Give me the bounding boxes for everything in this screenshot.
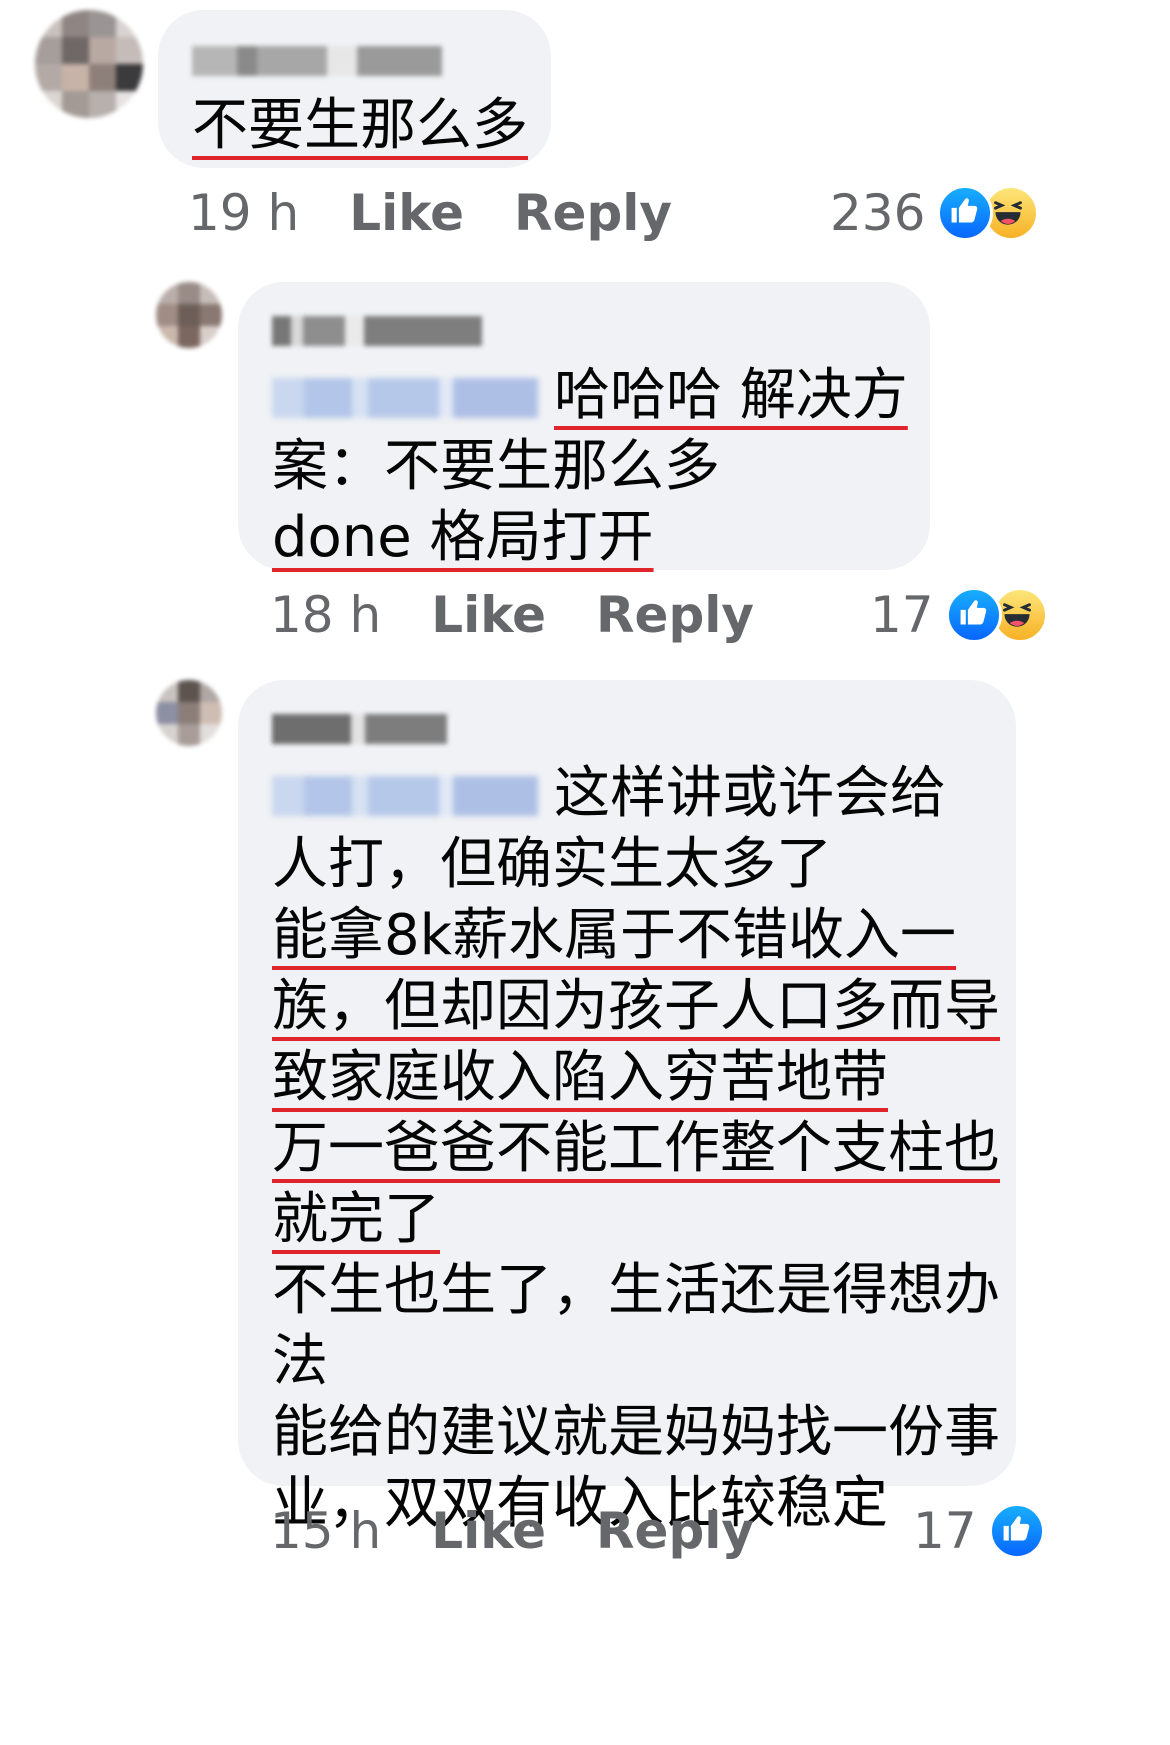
comment-text-line: 族，但却因为孩子人口多而导	[272, 974, 1000, 1039]
comment-text-line: 致家庭收入陷入穷苦地带	[272, 1045, 888, 1110]
comment-text-line: 不要生那么多	[192, 93, 528, 158]
comment-text-line: 人打，但确实生太多了	[272, 832, 832, 897]
like-button[interactable]: Like	[431, 1502, 546, 1560]
comment-text-line: 就完了	[272, 1187, 440, 1252]
timestamp[interactable]: 19 h	[188, 184, 299, 242]
author-name-blurred[interactable]	[192, 46, 442, 76]
comment-text-line: 万一爸爸不能工作整个支柱也	[272, 1116, 1000, 1181]
reaction-count: 17	[913, 1501, 977, 1560]
mention-line-text: 这样讲或许会给	[554, 761, 946, 826]
like-button[interactable]: Like	[349, 184, 464, 242]
avatar[interactable]	[156, 282, 222, 348]
comment-text-line: 这样讲或许会给	[272, 758, 1016, 829]
comment-text-line: done 格局打开	[272, 505, 654, 570]
timestamp[interactable]: 18 h	[270, 586, 381, 644]
comment-bubble: 这样讲或许会给 人打，但确实生太多了 能拿8k薪水属于不错收入一 族，但却因为孩…	[238, 680, 1016, 1536]
reaction-count: 236	[830, 183, 926, 242]
comment-bubble: 哈哈哈 解决方 案：不要生那么多 done 格局打开	[238, 282, 930, 570]
mention-line-text: 哈哈哈 解决方	[554, 363, 908, 428]
comment-actions: 18 h Like Reply	[270, 582, 754, 647]
comment-actions: 15 h Like Reply	[270, 1498, 754, 1563]
like-icon	[937, 184, 994, 241]
like-icon	[945, 586, 1002, 643]
like-button[interactable]: Like	[431, 586, 546, 644]
comment-text-line: 能给的建议就是妈妈找一份事	[272, 1400, 1000, 1465]
reply-button[interactable]: Reply	[596, 586, 754, 644]
avatar[interactable]	[35, 10, 143, 118]
mention-tag-blurred[interactable]	[272, 776, 538, 816]
comment-text-line: 能拿8k薪水属于不错收入一	[272, 903, 957, 968]
reply-button[interactable]: Reply	[514, 184, 672, 242]
like-icon	[988, 1502, 1045, 1559]
author-name-blurred[interactable]	[272, 714, 447, 744]
comment-actions: 19 h Like Reply	[188, 180, 672, 245]
timestamp[interactable]: 15 h	[270, 1502, 381, 1560]
comment-text-line: 法	[272, 1329, 328, 1394]
mention-tag-blurred[interactable]	[272, 378, 538, 418]
comment-bubble: 不要生那么多	[158, 10, 551, 168]
avatar[interactable]	[156, 680, 222, 746]
reply-button[interactable]: Reply	[596, 1502, 754, 1560]
reaction-summary[interactable]: 17	[870, 582, 1048, 647]
reaction-count: 17	[870, 585, 934, 644]
author-name-blurred[interactable]	[272, 316, 482, 346]
reaction-summary[interactable]: 17	[913, 1498, 1045, 1563]
reaction-summary[interactable]: 236	[830, 180, 1040, 245]
comment-text-line: 不生也生了，生活还是得想办	[272, 1258, 1000, 1323]
comment-text-line: 案：不要生那么多	[272, 434, 720, 499]
comment-text-line: 哈哈哈 解决方	[272, 360, 930, 431]
